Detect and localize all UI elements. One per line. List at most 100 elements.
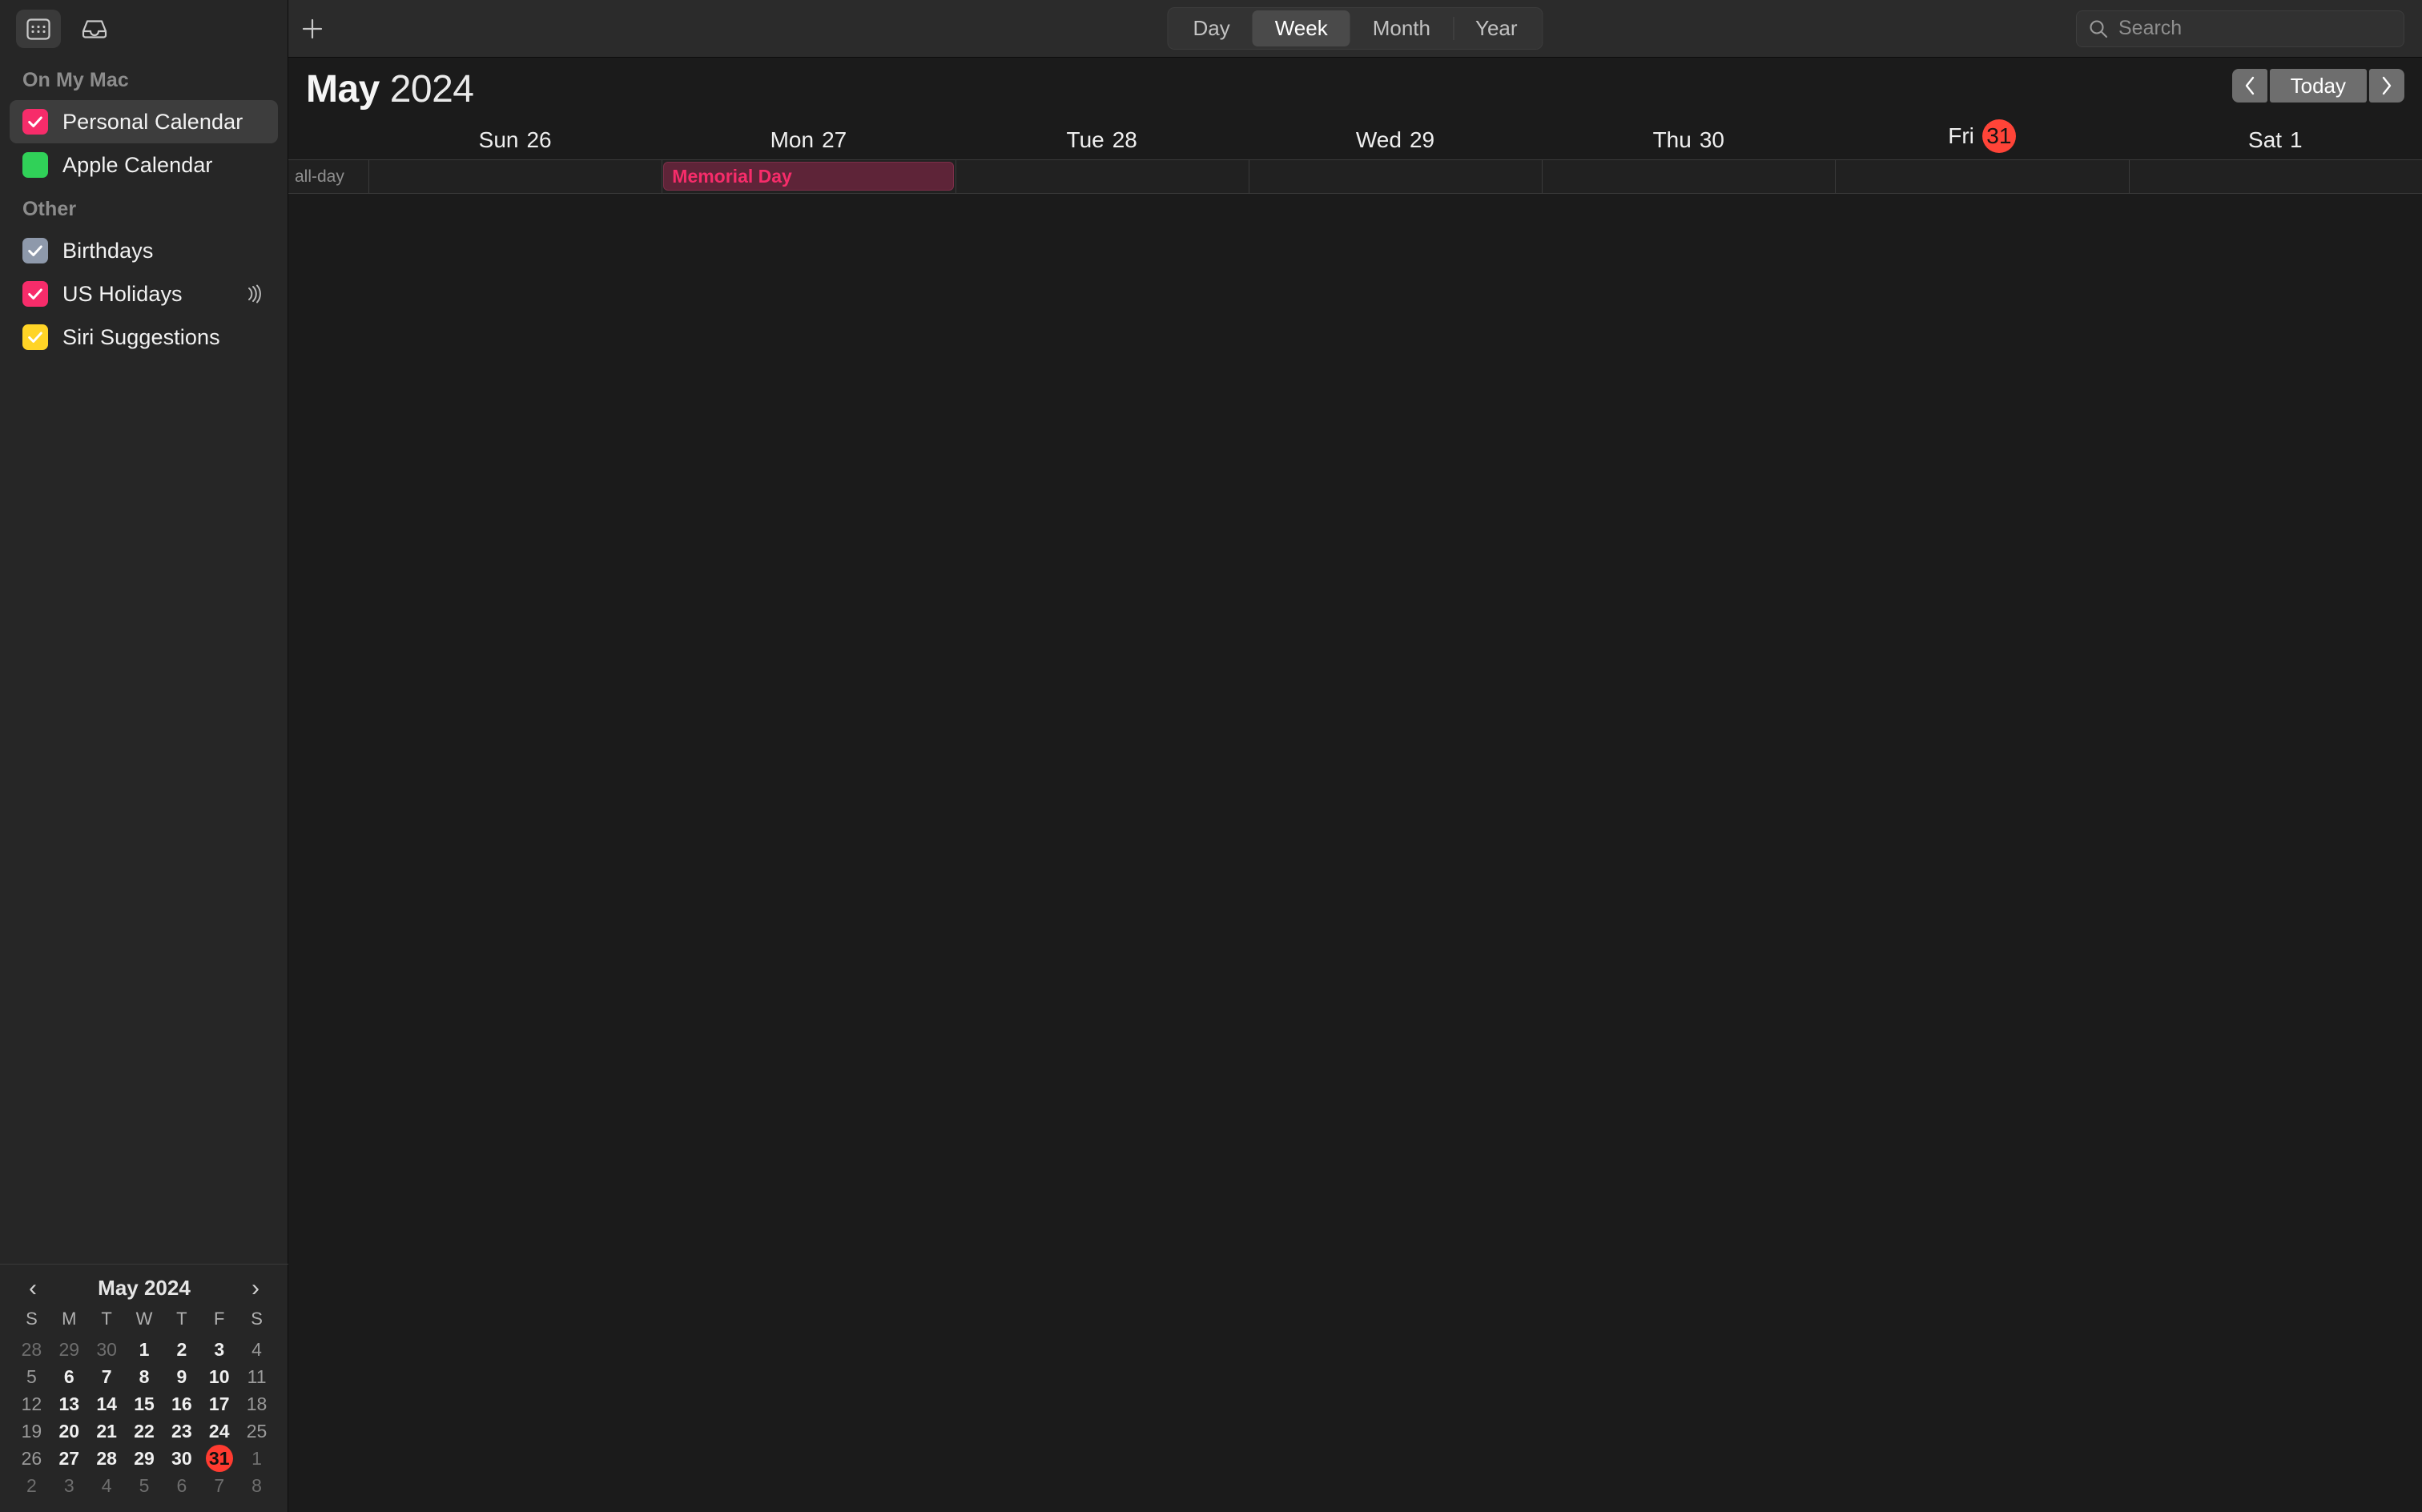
mini-calendar-day[interactable]: 29 — [50, 1336, 88, 1363]
mini-calendar-day[interactable]: 7 — [88, 1363, 126, 1390]
all-day-event[interactable]: Memorial Day — [663, 162, 954, 191]
view-switcher[interactable]: Day Week Month Year — [1167, 7, 1543, 50]
mini-calendar-day[interactable]: 21 — [88, 1418, 126, 1445]
inbox-icon[interactable] — [72, 10, 117, 48]
all-day-cell[interactable] — [1835, 160, 2128, 193]
mini-calendar-day-number: 28 — [21, 1338, 42, 1360]
mini-calendar-next-button[interactable]: › — [247, 1276, 264, 1301]
mini-calendar-day[interactable]: 11 — [238, 1363, 276, 1390]
sidebar-item-personal-calendar[interactable]: Personal Calendar — [10, 100, 278, 143]
mini-calendar-day[interactable]: 29 — [126, 1445, 163, 1472]
mini-calendar-day-number: 26 — [21, 1447, 42, 1469]
mini-calendar-day[interactable]: 4 — [238, 1336, 276, 1363]
tab-month[interactable]: Month — [1350, 10, 1453, 46]
previous-week-button[interactable] — [2231, 69, 2267, 103]
mini-calendar-day[interactable]: 18 — [238, 1390, 276, 1418]
mini-calendar-day[interactable]: 25 — [238, 1418, 276, 1445]
mini-calendar-day[interactable]: 2 — [13, 1472, 50, 1499]
mini-calendar-day[interactable]: 15 — [126, 1390, 163, 1418]
mini-calendar-day-number: 4 — [101, 1474, 112, 1496]
mini-calendar-day[interactable]: 5 — [13, 1363, 50, 1390]
calendar-icon[interactable] — [16, 10, 61, 48]
tab-day[interactable]: Day — [1170, 10, 1252, 46]
day-header-tue[interactable]: Tue 28 — [956, 127, 1249, 159]
add-event-button[interactable] — [288, 17, 336, 41]
mini-calendar-day[interactable]: 6 — [50, 1363, 88, 1390]
checkbox-birthdays[interactable] — [22, 238, 48, 263]
mini-calendar-day[interactable]: 27 — [50, 1445, 88, 1472]
mini-calendar-day[interactable]: 4 — [88, 1472, 126, 1499]
all-day-label: all-day — [295, 167, 344, 186]
mini-calendar-prev-button[interactable]: ‹ — [24, 1276, 42, 1301]
mini-calendar-day[interactable]: 13 — [50, 1390, 88, 1418]
mini-calendar-day[interactable]: 14 — [88, 1390, 126, 1418]
mini-calendar-day-number: 6 — [176, 1474, 187, 1496]
checkbox-apple-calendar[interactable] — [22, 152, 48, 178]
day-header-date: 29 — [1409, 127, 1435, 152]
mini-calendar-day[interactable]: 23 — [163, 1418, 200, 1445]
mini-calendar-day[interactable]: 8 — [238, 1472, 276, 1499]
all-day-cell[interactable] — [1248, 160, 1542, 193]
checkbox-personal-calendar[interactable] — [22, 109, 48, 135]
sidebar-item-birthdays[interactable]: Birthdays — [10, 229, 278, 272]
mini-calendar-day[interactable]: 3 — [200, 1336, 238, 1363]
all-day-cell[interactable] — [955, 160, 1249, 193]
mini-calendar-day[interactable]: 17 — [200, 1390, 238, 1418]
all-day-cell[interactable] — [2128, 160, 2422, 193]
mini-calendar-day[interactable]: 2 — [163, 1336, 200, 1363]
mini-calendar-day[interactable]: 8 — [126, 1363, 163, 1390]
search-placeholder: Search — [2118, 17, 2183, 39]
mini-calendar-day[interactable]: 30 — [163, 1445, 200, 1472]
mini-calendar-day-number: 28 — [96, 1447, 117, 1469]
sidebar-group-title-on-my-mac: On My Mac — [22, 69, 129, 91]
all-day-cell[interactable] — [1542, 160, 1835, 193]
next-week-button[interactable] — [2369, 69, 2404, 103]
mini-calendar-day[interactable]: 30 — [88, 1336, 126, 1363]
checkbox-siri-suggestions[interactable] — [22, 324, 48, 350]
mini-calendar-day[interactable]: 12 — [13, 1390, 50, 1418]
all-day-cell[interactable] — [368, 160, 662, 193]
day-header-wed[interactable]: Wed 29 — [1249, 127, 1542, 159]
mini-calendar-day[interactable]: 10 — [200, 1363, 238, 1390]
mini-calendar-day[interactable]: 1 — [238, 1445, 276, 1472]
checkbox-us-holidays[interactable] — [22, 281, 48, 307]
mini-calendar-day[interactable]: 19 — [13, 1418, 50, 1445]
subscribed-calendar-icon — [241, 282, 265, 306]
mini-calendar-day[interactable]: 28 — [13, 1336, 50, 1363]
mini-calendar-day[interactable]: 26 — [13, 1445, 50, 1472]
mini-calendar-day-number: 27 — [58, 1447, 80, 1469]
mini-calendar-header: ‹ May 2024 › — [13, 1276, 276, 1309]
sidebar-item-us-holidays[interactable]: US Holidays — [10, 272, 278, 316]
mini-calendar-day[interactable]: 24 — [200, 1418, 238, 1445]
mini-calendar-day-number: 21 — [96, 1420, 117, 1442]
day-header-sun[interactable]: Sun 26 — [368, 127, 662, 159]
today-button[interactable]: Today — [2269, 69, 2367, 103]
sidebar-item-siri-suggestions[interactable]: Siri Suggestions — [10, 316, 278, 359]
mini-calendar-day[interactable]: 5 — [126, 1472, 163, 1499]
calendar-app: On My Mac Personal Calendar Apple Calend… — [0, 0, 2422, 1512]
sidebar-item-apple-calendar[interactable]: Apple Calendar — [10, 143, 278, 187]
day-header-sat[interactable]: Sat 1 — [2129, 127, 2422, 159]
mini-calendar-dow: T — [176, 1309, 187, 1329]
mini-calendar-day[interactable]: 3 — [50, 1472, 88, 1499]
mini-calendar-day[interactable]: 9 — [163, 1363, 200, 1390]
mini-calendar-day-number: 5 — [26, 1365, 37, 1387]
mini-calendar-day-number: 2 — [176, 1338, 187, 1360]
mini-calendar-day[interactable]: 28 — [88, 1445, 126, 1472]
mini-calendar-day[interactable]: 22 — [126, 1418, 163, 1445]
tab-year[interactable]: Year — [1452, 10, 1540, 46]
search-input[interactable]: Search — [2076, 10, 2404, 47]
mini-calendar-day[interactable]: 16 — [163, 1390, 200, 1418]
mini-calendar-day-number: 10 — [208, 1365, 230, 1387]
mini-calendar-day[interactable]: 7 — [200, 1472, 238, 1499]
day-header-fri[interactable]: Fri 31 — [1835, 119, 2128, 159]
day-header-mon[interactable]: Mon 27 — [662, 127, 955, 159]
mini-calendar-day-number: 8 — [251, 1474, 262, 1496]
mini-calendar-day[interactable]: 31 — [200, 1445, 238, 1472]
day-header-thu[interactable]: Thu 30 — [1542, 127, 1835, 159]
mini-calendar-day[interactable]: 20 — [50, 1418, 88, 1445]
tab-week[interactable]: Week — [1252, 10, 1350, 46]
mini-calendar-day-number: 1 — [251, 1447, 262, 1469]
mini-calendar-day[interactable]: 1 — [126, 1336, 163, 1363]
mini-calendar-day[interactable]: 6 — [163, 1472, 200, 1499]
